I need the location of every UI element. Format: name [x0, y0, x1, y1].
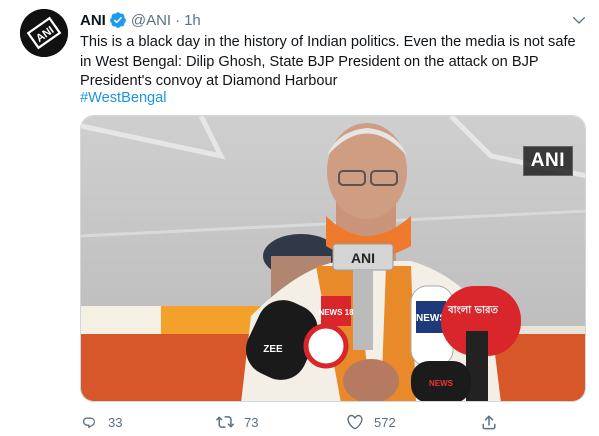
- tweet-text: This is a black day in the history of In…: [80, 34, 576, 89]
- hashtag-link[interactable]: #WestBengal: [80, 89, 167, 109]
- verified-badge-icon: [109, 12, 126, 28]
- header-separator: ·: [175, 11, 181, 29]
- mic-label-ani: ANI: [351, 250, 375, 266]
- retweet-icon: [216, 416, 234, 428]
- like-icon: [347, 414, 363, 430]
- retweet-button[interactable]: 73: [216, 413, 258, 431]
- tweet-timestamp[interactable]: 1h: [184, 12, 201, 29]
- tweet-media[interactable]: ANI NEWS বাংলা ভারত ZEE NEWS 18 NEWS ANI: [80, 115, 586, 402]
- mic-label-bangla: বাংলা ভারত: [447, 305, 498, 316]
- avatar[interactable]: ANI: [20, 9, 68, 57]
- reply-button[interactable]: 33: [80, 413, 122, 431]
- share-button[interactable]: [480, 413, 508, 431]
- mic-label-zee: ZEE: [263, 344, 283, 355]
- mic-label-news2: NEWS: [429, 379, 454, 388]
- ani-logo-icon: ANI: [20, 9, 68, 57]
- media-watermark: ANI: [522, 146, 573, 176]
- reply-count: 33: [108, 414, 123, 430]
- like-button[interactable]: 572: [346, 413, 396, 431]
- author-name[interactable]: ANI: [80, 12, 106, 29]
- like-count: 572: [374, 414, 396, 430]
- author-handle[interactable]: @ANI: [131, 12, 171, 29]
- share-icon: [482, 415, 496, 430]
- media-image: ANI NEWS বাংলা ভারত ZEE NEWS 18 NEWS: [81, 116, 585, 401]
- tweet-actions: 33 73 572: [80, 413, 560, 435]
- tweet[interactable]: ANI ANI @ANI · 1h This is a black day in…: [0, 0, 599, 436]
- reply-icon: [83, 417, 95, 429]
- mic-label-news18: NEWS 18: [318, 308, 354, 317]
- tweet-header: ANI @ANI · 1h: [80, 10, 201, 30]
- retweet-count: 73: [244, 414, 259, 430]
- chevron-down-icon[interactable]: [571, 12, 587, 28]
